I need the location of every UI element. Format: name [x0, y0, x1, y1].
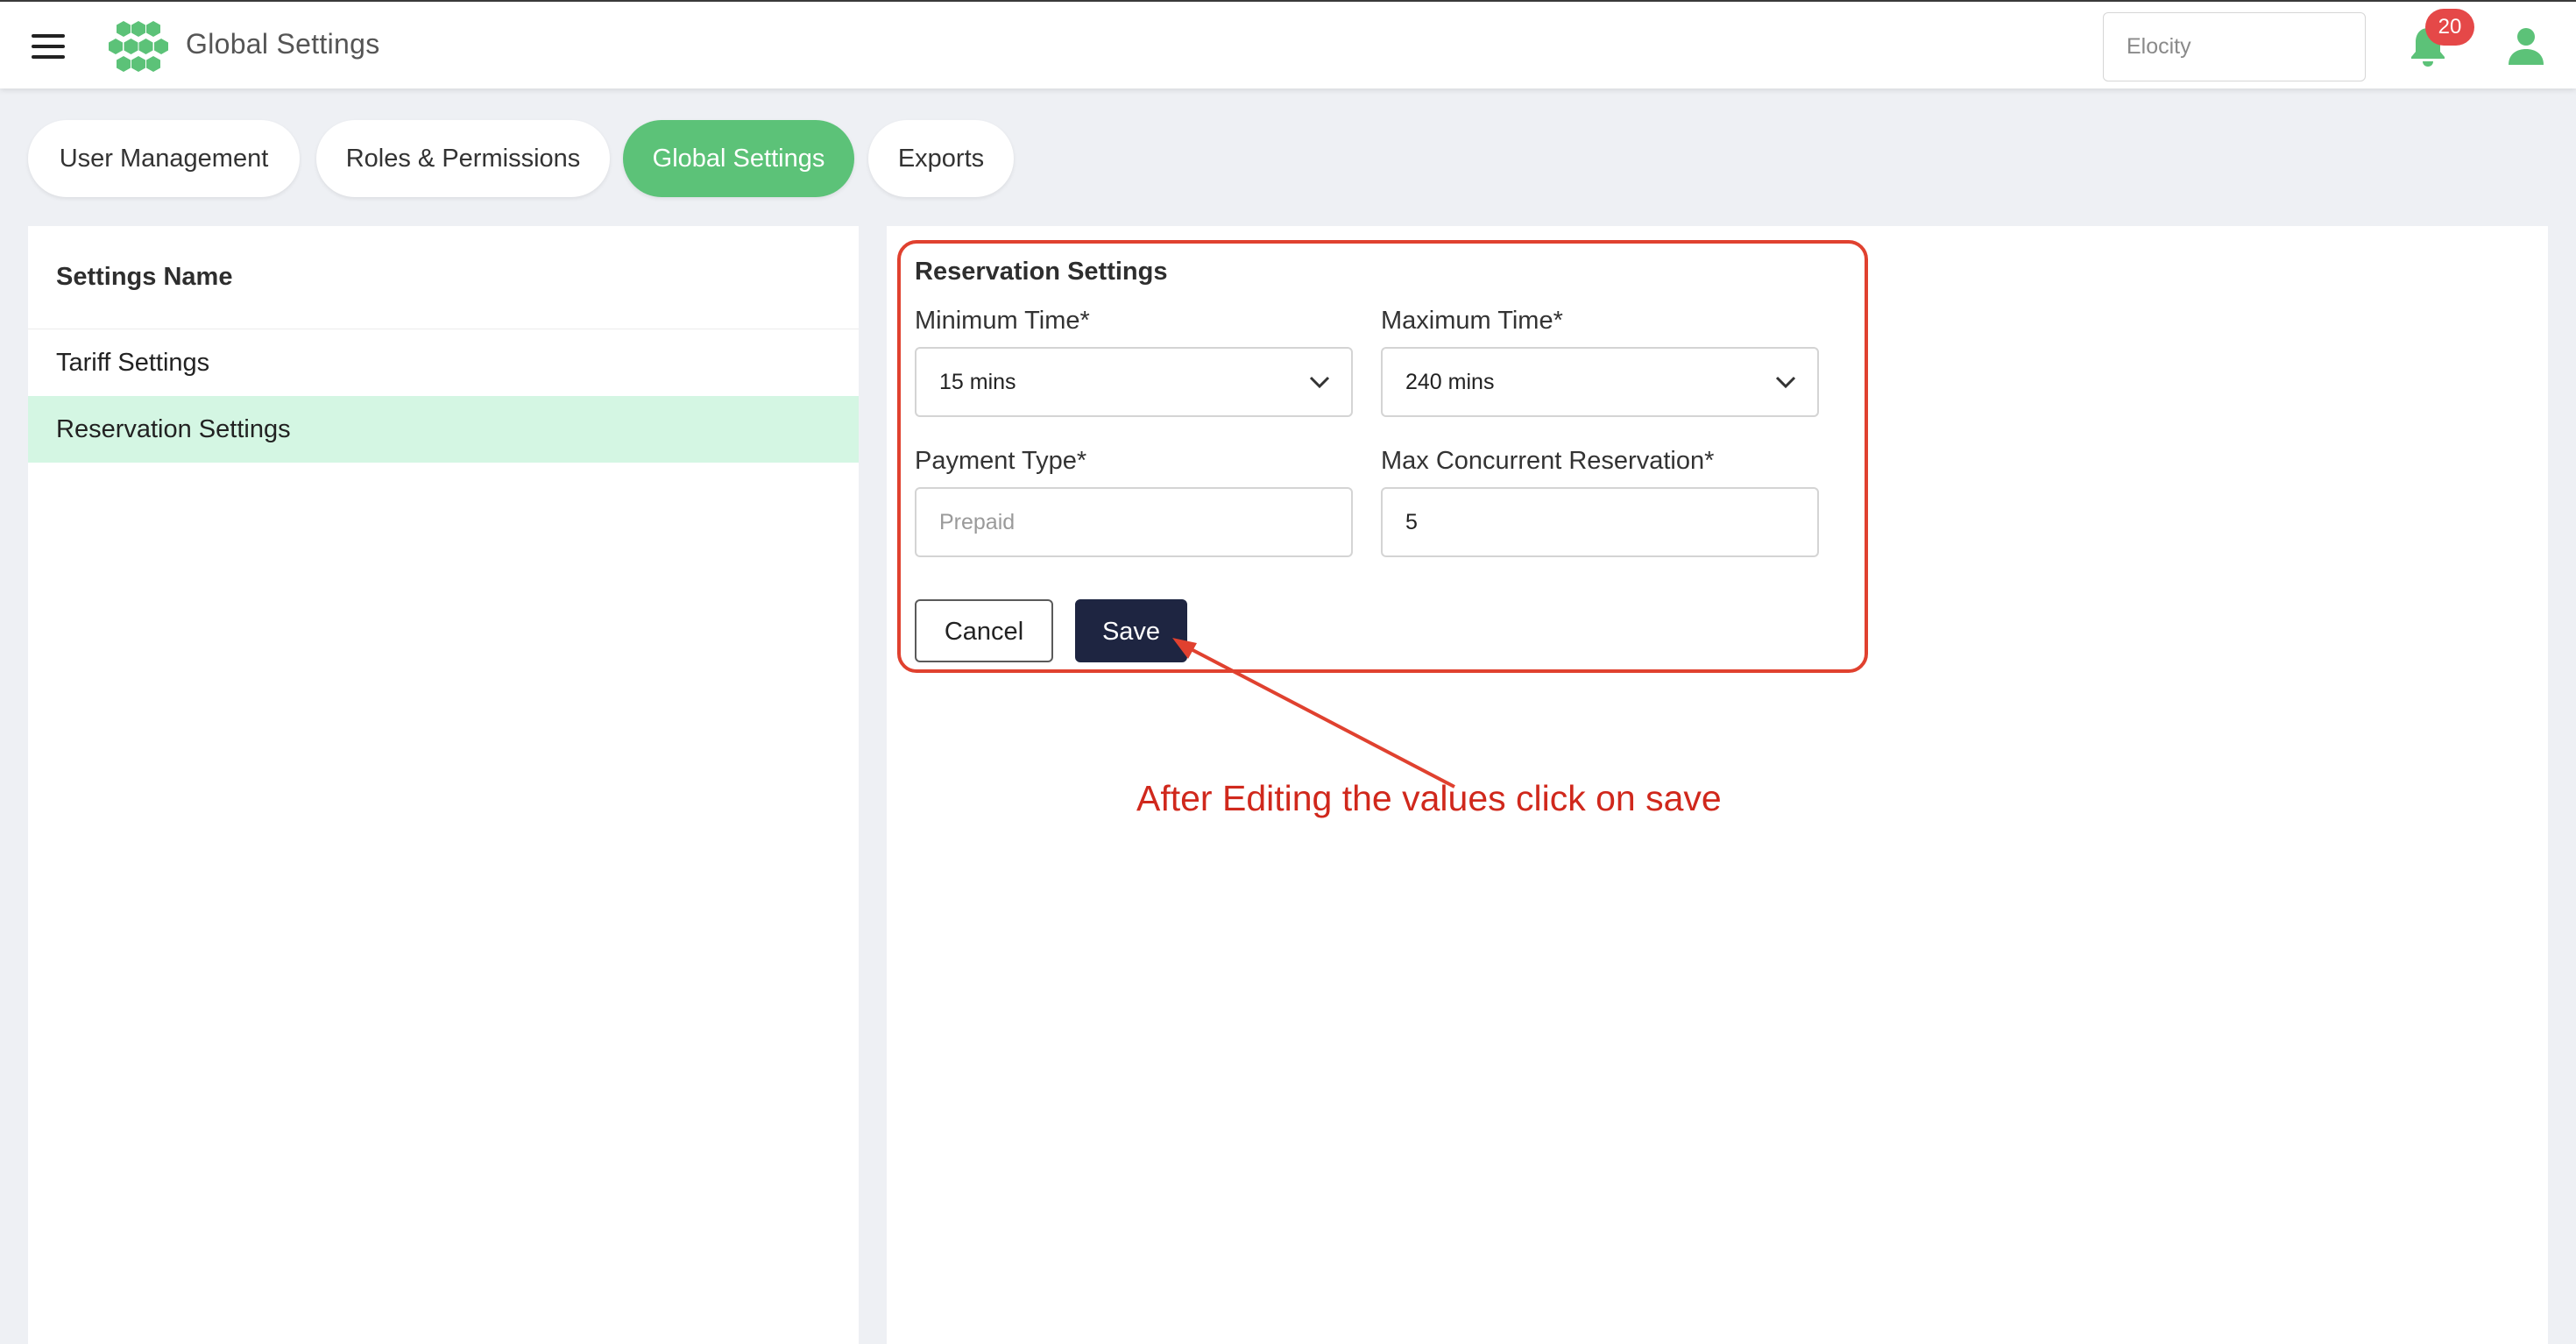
minimum-time-select[interactable]: 15 mins — [915, 347, 1353, 417]
cancel-button[interactable]: Cancel — [915, 599, 1053, 662]
form-title: Reservation Settings — [915, 258, 1168, 286]
page-title: Global Settings — [186, 28, 380, 60]
settings-list-header: Settings Name — [28, 226, 859, 329]
settings-item-tariff[interactable]: Tariff Settings — [28, 329, 859, 396]
annotation-text: After Editing the values click on save — [1136, 778, 1722, 818]
minimum-time-value: 15 mins — [939, 370, 1016, 394]
max-concurrent-reservation-label: Max Concurrent Reservation* — [1381, 447, 1715, 475]
payment-type-label: Payment Type* — [915, 447, 1087, 475]
app-logo-icon — [109, 21, 168, 72]
annotation-arrow-icon — [1172, 638, 1455, 789]
tab-user-management[interactable]: User Management — [28, 120, 300, 197]
maximum-time-value: 240 mins — [1405, 370, 1495, 394]
maximum-time-select[interactable]: 240 mins — [1381, 347, 1819, 417]
hamburger-menu-icon[interactable] — [32, 34, 65, 59]
settings-item-reservation[interactable]: Reservation Settings — [28, 396, 859, 463]
chevron-down-icon — [1775, 376, 1796, 389]
minimum-time-label: Minimum Time* — [915, 307, 1090, 335]
notification-count-badge: 20 — [2425, 9, 2474, 46]
top-app-bar: Global Settings Elocity 20 — [0, 0, 2576, 88]
chevron-down-icon — [1309, 376, 1330, 389]
user-profile-icon[interactable] — [2508, 26, 2544, 67]
settings-list-panel: Settings Name Tariff Settings Reservatio… — [28, 226, 859, 1344]
organization-select[interactable]: Elocity — [2103, 12, 2366, 81]
max-concurrent-reservation-field[interactable]: 5 — [1381, 487, 1819, 557]
tab-roles-permissions[interactable]: Roles & Permissions — [316, 120, 610, 197]
maximum-time-label: Maximum Time* — [1381, 307, 1563, 335]
payment-type-field[interactable]: Prepaid — [915, 487, 1353, 557]
tab-exports[interactable]: Exports — [868, 120, 1014, 197]
tab-global-settings[interactable]: Global Settings — [623, 120, 854, 197]
